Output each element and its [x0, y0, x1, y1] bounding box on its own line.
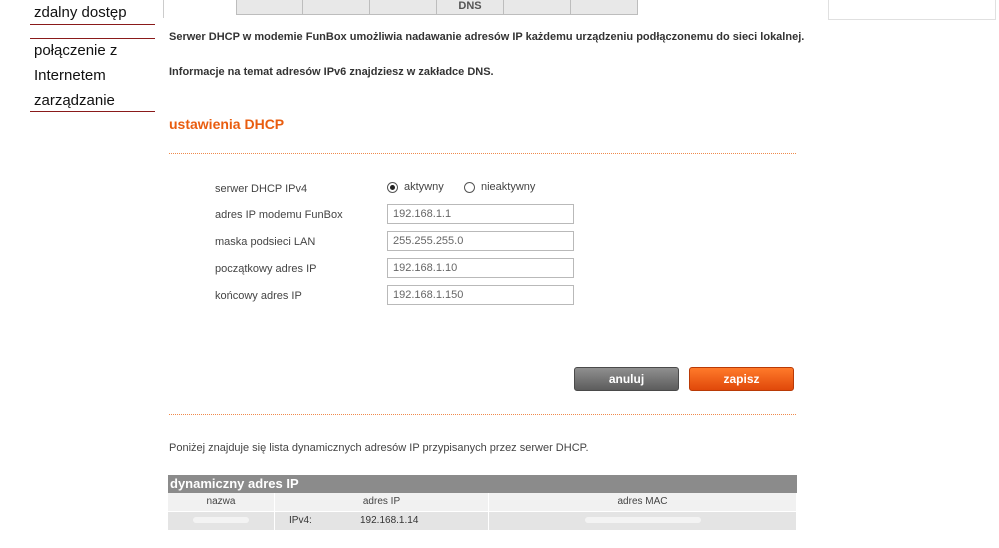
column-header-name: nazwa: [168, 493, 275, 511]
cell-ip: IPv4: 192.168.1.14: [275, 512, 489, 530]
nav-item-remote-access[interactable]: zdalny dostęp: [34, 4, 127, 21]
dhcp-info-text: Serwer DHCP w modemie FunBox umożliwia n…: [169, 31, 805, 43]
ip-type: IPv4:: [289, 515, 312, 526]
ip-value: 192.168.1.14: [360, 515, 419, 526]
section-divider: [169, 414, 796, 415]
tab-5[interactable]: [504, 0, 571, 15]
radio-inactive-indicator[interactable]: [464, 181, 475, 193]
nav-divider: [30, 38, 155, 39]
table-header-row: nazwa adres IP adres MAC: [168, 493, 797, 511]
column-header-mac: adres MAC: [489, 493, 797, 511]
start-ip-input[interactable]: [387, 258, 574, 278]
subnet-mask-label: maska podsieci LAN: [215, 236, 316, 248]
section-title: ustawienia DHCP: [169, 116, 285, 132]
table-row: IPv4: 192.168.1.14: [168, 512, 797, 530]
tab-3[interactable]: [370, 0, 437, 15]
cell-mac: [489, 512, 797, 530]
start-ip-label: początkowy adres IP: [215, 263, 317, 275]
side-panel-box: [828, 0, 996, 20]
tab-1[interactable]: [236, 0, 303, 15]
tab-2[interactable]: [303, 0, 370, 15]
redacted-mac: [584, 517, 701, 524]
column-header-ip: adres IP: [275, 493, 489, 511]
radio-inactive[interactable]: nieaktywny: [464, 181, 535, 193]
save-button[interactable]: zapisz: [689, 367, 794, 391]
cancel-button[interactable]: anuluj: [574, 367, 679, 391]
radio-active-label: aktywny: [404, 181, 444, 193]
tab-dns[interactable]: DNS: [437, 0, 504, 15]
section-divider: [169, 153, 796, 154]
end-ip-input[interactable]: [387, 285, 574, 305]
tab-6[interactable]: [571, 0, 638, 15]
nav-item-internet-connection-line2[interactable]: Internetem: [34, 67, 106, 84]
end-ip-label: końcowy adres IP: [215, 290, 302, 302]
nav-divider: [30, 111, 155, 112]
dynamic-ip-table: dynamiczny adres IP nazwa adres IP adres…: [168, 475, 797, 530]
content-frame-edge: [163, 0, 164, 18]
subnet-mask-input[interactable]: [387, 231, 574, 251]
modem-ip-label: adres IP modemu FunBox: [215, 209, 343, 221]
radio-active[interactable]: aktywny: [387, 181, 444, 193]
radio-active-indicator[interactable]: [387, 181, 398, 193]
ipv6-info-text: Informacje na temat adresów IPv6 znajdzi…: [169, 66, 494, 78]
dhcp-list-note: Poniżej znajduje się lista dynamicznych …: [169, 442, 589, 454]
nav-item-management[interactable]: zarządzanie: [34, 92, 115, 109]
table-title: dynamiczny adres IP: [168, 475, 797, 493]
dhcp-server-label: serwer DHCP IPv4: [215, 183, 308, 195]
cell-name: [168, 512, 275, 530]
redacted-name: [193, 517, 249, 524]
modem-ip-input[interactable]: [387, 204, 574, 224]
nav-divider: [30, 24, 155, 25]
radio-inactive-label: nieaktywny: [481, 181, 536, 193]
tab-strip: DNS: [236, 0, 638, 15]
nav-item-internet-connection[interactable]: połączenie z: [34, 42, 117, 59]
